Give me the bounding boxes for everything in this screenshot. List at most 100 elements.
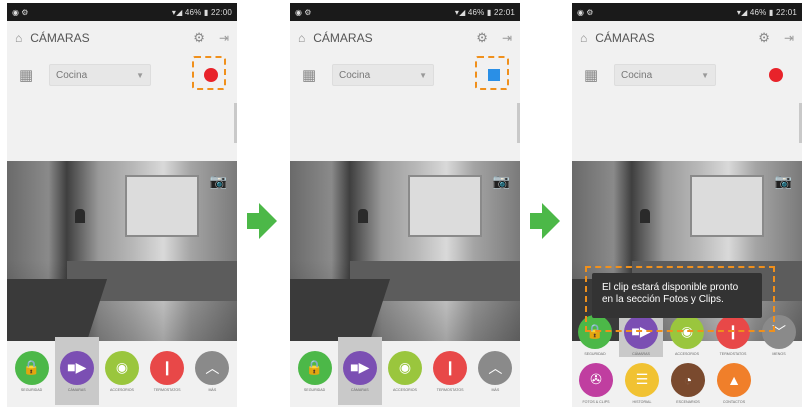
dock-label: SEGURIDAD <box>20 387 43 392</box>
dock-item-more[interactable]: ︿ MÁS <box>473 350 517 392</box>
dock-label: ACCESORIOS <box>109 387 134 392</box>
android-icon: ◉ ⚙ <box>12 7 29 17</box>
grid-view-icon[interactable]: ▦ <box>19 66 35 84</box>
record-button[interactable] <box>762 61 790 89</box>
menu-label: CÁMARAS <box>632 351 650 356</box>
home-icon[interactable]: ⌂ <box>15 31 22 45</box>
menu-label: ACCESORIOS <box>675 351 699 356</box>
dock-item-more[interactable]: ︿ MÁS <box>190 350 234 392</box>
logout-icon[interactable]: ⇥ <box>502 31 512 45</box>
camera-feed[interactable]: 📷 <box>290 161 520 341</box>
app-bar: ⌂ CÁMARAS ⚙ ⇥ <box>7 21 237 55</box>
snapshot-camera-icon[interactable]: 📷 <box>210 173 227 190</box>
menu-label: ESCENARIOS <box>676 399 700 404</box>
home-icon[interactable]: ⌂ <box>298 31 305 45</box>
dock-item-accessories[interactable]: ◉ ACCESORIOS <box>383 350 427 392</box>
dock-item-security[interactable]: 🔒 SEGURIDAD <box>10 350 54 392</box>
menu-item-contacts[interactable]: ▲ CONTACTOS <box>712 362 756 404</box>
camera-feed[interactable]: 📷 <box>7 161 237 341</box>
menu-label: MENOS <box>772 351 786 356</box>
bottom-dock: 🔒 SEGURIDAD ■▶ CÁMARAS ◉ ACCESORIOS ❙ TE… <box>290 335 520 407</box>
scrollbar[interactable] <box>517 103 520 143</box>
dock-item-thermostats[interactable]: ❙ TERMOSTATOS <box>428 350 472 392</box>
dock-label: MÁS <box>491 387 500 392</box>
logout-icon[interactable]: ⇥ <box>219 31 229 45</box>
gear-icon[interactable]: ⚙ <box>476 30 488 46</box>
dock-item-security[interactable]: 🔒 SEGURIDAD <box>293 350 337 392</box>
camera-select[interactable]: Cocina ▼ <box>332 64 434 86</box>
phone-screen-2: ◉ ⚙ ▾◢ 46% ▮ 22:01 ⌂ CÁMARAS ⚙ ⇥ ▦ Cocin… <box>290 3 520 407</box>
highlight-box <box>475 56 509 90</box>
camera-select-value: Cocina <box>621 69 653 81</box>
dock-item-accessories[interactable]: ◉ ACCESORIOS <box>100 350 144 392</box>
home-icon[interactable]: ⌂ <box>580 31 587 45</box>
status-bar: ◉ ⚙ ▾◢ 46% ▮ 22:00 <box>7 3 237 21</box>
camera-select-value: Cocina <box>339 69 371 81</box>
feed-window <box>125 175 199 237</box>
feed-window <box>408 175 482 237</box>
contacts-icon: ▲ <box>717 362 751 397</box>
menu-label: HISTORIAL <box>632 399 652 404</box>
camera-select[interactable]: Cocina ▼ <box>49 64 151 86</box>
gear-icon[interactable]: ⚙ <box>758 30 770 46</box>
record-icon <box>769 68 783 82</box>
chevron-down-icon: ▼ <box>136 70 144 80</box>
dock-label: SEGURIDAD <box>303 387 326 392</box>
page-title: CÁMARAS <box>595 31 655 45</box>
dock-item-thermostats[interactable]: ❙ TERMOSTATOS <box>145 350 189 392</box>
wifi-icon: ◉ <box>387 350 422 385</box>
grid-view-icon[interactable]: ▦ <box>302 66 318 84</box>
menu-label: SEGURIDAD <box>584 351 606 356</box>
stop-button[interactable] <box>475 56 509 90</box>
chevron-up-icon: ︿ <box>478 350 513 385</box>
menu-label: TERMOSTATOS <box>719 351 747 356</box>
feed-window <box>690 175 764 237</box>
app-bar: ⌂ CÁMARAS ⚙ ⇥ <box>290 21 520 55</box>
status-right: ▾◢ 46% ▮ 22:01 <box>454 7 515 17</box>
scenes-icon: ◔ <box>671 362 705 397</box>
lock-icon: 🔒 <box>297 350 332 385</box>
record-button[interactable] <box>192 56 226 90</box>
camera-toolbar: ▦ Cocina ▼ <box>290 55 520 95</box>
camera-toolbar: ▦ Cocina ▼ <box>7 55 237 95</box>
scrollbar[interactable] <box>234 103 237 143</box>
logout-icon[interactable]: ⇥ <box>784 31 794 45</box>
phone-screen-3: ◉ ⚙ ▾◢ 46% ▮ 22:01 ⌂ CÁMARAS ⚙ ⇥ ▦ Cocin… <box>572 3 802 407</box>
dock-item-cameras[interactable]: ■▶ CÁMARAS <box>337 337 382 405</box>
status-bar: ◉ ⚙ ▾◢ 46% ▮ 22:01 <box>290 3 520 21</box>
snapshot-camera-icon[interactable]: 📷 <box>493 173 510 190</box>
wifi-signal-icon: ▾◢ <box>736 7 750 17</box>
feed-table <box>7 279 108 341</box>
gear-icon[interactable]: ⚙ <box>193 30 205 46</box>
battery-icon: ▮ <box>486 7 492 17</box>
dock-item-cameras[interactable]: ■▶ CÁMARAS <box>54 337 99 405</box>
highlight-box <box>585 266 775 332</box>
chevron-down-icon: ▼ <box>701 70 709 80</box>
camera-select[interactable]: Cocina ▼ <box>614 64 716 86</box>
grid-view-icon[interactable]: ▦ <box>584 66 600 84</box>
thermometer-icon: ❙ <box>433 350 468 385</box>
status-right: ▾◢ 46% ▮ 22:00 <box>171 7 232 17</box>
feed-lamp <box>358 209 368 223</box>
status-time: 22:00 <box>210 7 232 17</box>
thermometer-icon: ❙ <box>150 350 185 385</box>
highlight-box <box>192 56 226 90</box>
list-icon: ☰ <box>625 362 659 397</box>
menu-row: ✇ FOTOS & CLIPS ☰ HISTORIAL ◔ ESCENARIOS… <box>572 359 802 407</box>
android-icon: ◉ ⚙ <box>577 7 594 17</box>
phone-screen-1: ◉ ⚙ ▾◢ 46% ▮ 22:00 ⌂ CÁMARAS ⚙ ⇥ ▦ Cocin… <box>7 3 237 407</box>
page-title: CÁMARAS <box>30 31 90 45</box>
snapshot-camera-icon[interactable]: 📷 <box>775 173 792 190</box>
chevron-up-icon: ︿ <box>195 350 230 385</box>
menu-label: FOTOS & CLIPS <box>582 399 610 404</box>
dock-label: TERMOSTATOS <box>153 387 181 392</box>
scrollbar[interactable] <box>799 103 802 143</box>
feed-lamp <box>75 209 85 223</box>
camera-toolbar: ▦ Cocina ▼ <box>572 55 802 95</box>
status-right: ▾◢ 46% ▮ 22:01 <box>736 7 797 17</box>
feed-lamp <box>640 209 650 223</box>
menu-item-photos-clips[interactable]: ✇ FOTOS & CLIPS <box>574 362 618 404</box>
film-reel-icon: ✇ <box>579 362 613 397</box>
menu-item-scenes[interactable]: ◔ ESCENARIOS <box>666 362 710 404</box>
menu-item-history[interactable]: ☰ HISTORIAL <box>620 362 664 404</box>
